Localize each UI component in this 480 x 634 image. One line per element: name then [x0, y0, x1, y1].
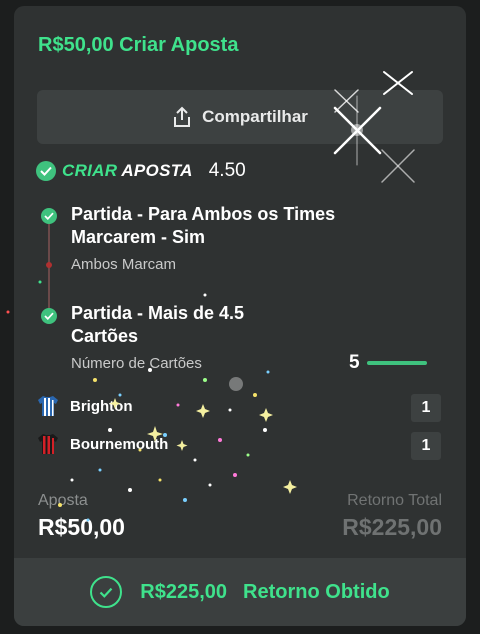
brighton-shirt-icon: [38, 396, 58, 416]
share-label: Compartilhar: [202, 107, 308, 126]
bet-title: R$50,00 Criar Aposta: [38, 34, 239, 56]
selection-subtitle: Ambos Marcam: [71, 256, 177, 273]
bet-builder-label: CRIAR APOSTA: [62, 161, 193, 180]
check-circle-icon: [90, 576, 123, 608]
bet-card: R$50,00 Criar Aposta Compartilhar CRIAR A…: [14, 6, 466, 626]
returned-label: Retorno Obtido: [243, 580, 390, 603]
team-score: 1: [411, 394, 441, 422]
selection-timeline: [48, 220, 50, 316]
share-icon: [174, 106, 191, 127]
return-label: Retorno Total: [347, 492, 442, 509]
bet-builder-header: CRIAR APOSTA 4.50: [36, 160, 246, 182]
selection-title: Partida - Para Ambos os Times Marcarem -…: [71, 204, 336, 247]
stake-label: Aposta: [38, 492, 88, 509]
selection-subtitle: Número de Cartões: [71, 355, 202, 372]
returned-amount: R$225,00: [140, 580, 228, 603]
return-value: R$225,00: [342, 514, 442, 540]
selection-title: Partida - Mais de 4.5 Cartões: [71, 303, 245, 346]
check-icon: [36, 161, 56, 181]
check-icon: [41, 308, 57, 324]
returned-footer: R$225,00 Retorno Obtido: [14, 558, 466, 626]
team-score: 1: [411, 432, 441, 460]
team-row: Bournemouth: [36, 432, 168, 456]
team-name: Brighton: [70, 397, 133, 415]
team-name: Bournemouth: [70, 435, 169, 453]
check-icon: [41, 208, 57, 224]
cards-count-bar: [367, 361, 427, 365]
bournemouth-shirt-icon: [38, 434, 58, 454]
timeline-dot: [46, 262, 52, 268]
cards-count: 5: [349, 352, 360, 373]
total-odds: 4.50: [208, 160, 246, 181]
team-row: Brighton: [36, 394, 132, 418]
share-button[interactable]: Compartilhar: [37, 90, 443, 144]
stake-value: R$50,00: [38, 514, 125, 540]
